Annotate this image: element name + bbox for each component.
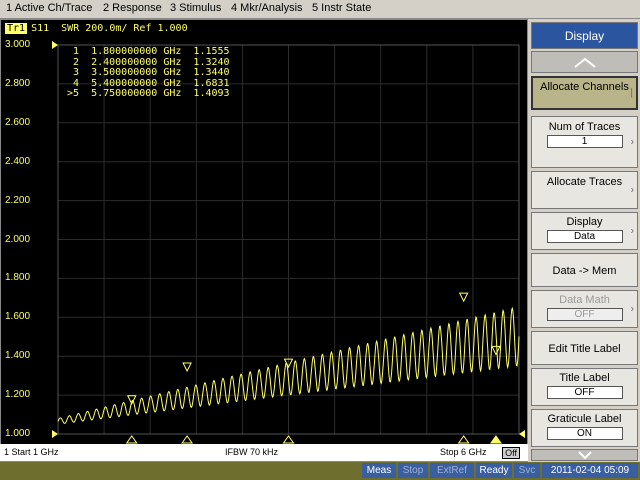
y-tick-label: 2.800 (5, 77, 31, 89)
marker-axis-triangle (181, 435, 194, 444)
chevron-right-icon: › (630, 225, 634, 237)
marker-row: 1 1.800000000 GHz 1.1555 (67, 46, 230, 57)
menu-stimulus[interactable]: 3 Stimulus (170, 2, 221, 14)
stop-freq[interactable]: Stop 6 GHz (440, 447, 487, 457)
y-tick-label: 3.000 (5, 39, 31, 50)
menu-instr-state[interactable]: 5 Instr State (312, 2, 371, 14)
ifbw[interactable]: IFBW 70 kHz (225, 447, 278, 457)
marker-table: 1 1.800000000 GHz 1.1555 2 2.400000000 G… (67, 46, 230, 100)
allocate-traces-button[interactable]: Allocate Traces › (531, 171, 638, 209)
edit-title-label-button[interactable]: Edit Title Label (531, 331, 638, 365)
y-tick-label: 1.600 (5, 311, 31, 323)
softkey-title: Display (531, 22, 638, 49)
reference-pointer-left (52, 41, 58, 49)
allocate-channels-label: Allocate Channels (540, 81, 629, 93)
meas-indicator: Meas (362, 463, 396, 478)
start-freq[interactable]: 1 Start 1 GHz (4, 447, 59, 457)
data-math-button[interactable]: Data Math OFF › (531, 290, 638, 328)
status-bar: Meas Stop ExtRef Ready Svc 2011-02-04 05… (0, 462, 640, 480)
title-label-value: OFF (546, 386, 623, 399)
graticule-label-button[interactable]: Graticule Label ON (531, 409, 638, 447)
graticule-label-value: ON (546, 427, 623, 440)
scroll-down-button[interactable] (531, 449, 638, 461)
marker-axis-triangle (125, 435, 138, 444)
marker-triangle (491, 345, 501, 356)
trace-header[interactable]: Tr1 S11 SWR 200.0m/ Ref 1.000 (5, 23, 188, 34)
chevron-right-icon: › (630, 184, 634, 196)
title-label-button[interactable]: Title Label OFF (531, 368, 638, 406)
chevron-right-icon: › (630, 136, 634, 148)
chevron-right-icon: › (630, 303, 634, 315)
display-value: Data (546, 230, 623, 243)
marker-row: 3 3.500000000 GHz 1.3440 (67, 67, 230, 78)
y-tick-label: 1.200 (5, 389, 31, 401)
measurement-screen[interactable]: Tr1 S11 SWR 200.0m/ Ref 1.000 1 1.8000000… (0, 19, 528, 462)
chevron-right-icon: | (630, 87, 633, 99)
y-tick-label: 1.400 (5, 350, 31, 362)
num-traces-label: Num of Traces (548, 121, 621, 133)
marker-triangle (182, 362, 192, 373)
graticule-label-label: Graticule Label (547, 413, 622, 425)
y-tick-label: 1.800 (5, 272, 31, 284)
off-indicator: Off (502, 447, 520, 459)
data-math-label: Data Math (559, 294, 610, 306)
trace-badge: Tr1 (5, 23, 28, 34)
reference-pointer-right (519, 430, 525, 438)
y-tick-label: 2.000 (5, 233, 31, 245)
menu-bar: 1 Active Ch/Trace 2 Response 3 Stimulus … (0, 0, 640, 19)
y-tick-label: 2.200 (5, 194, 31, 206)
channel-status-line: 1 Start 1 GHz IFBW 70 kHz Stop 6 GHz Off (0, 444, 528, 461)
scroll-up-button[interactable] (531, 51, 638, 73)
stop-indicator: Stop (398, 463, 428, 478)
data-to-mem-button[interactable]: Data -> Mem (531, 253, 638, 287)
num-traces-button[interactable]: Num of Traces 1 › (531, 116, 638, 168)
datetime: 2011-02-04 05:09 (542, 463, 638, 478)
data-math-value: OFF (546, 308, 623, 321)
allocate-traces-label: Allocate Traces (546, 176, 623, 188)
allocate-channels-button[interactable]: Allocate Channels | (531, 76, 638, 110)
svc-indicator: Svc (514, 463, 540, 478)
arrow-down-icon (577, 451, 592, 460)
reference-pointer-left (52, 430, 58, 438)
marker-triangle (458, 292, 469, 303)
marker-axis-triangle (282, 435, 295, 444)
marker-axis-triangle (489, 435, 502, 444)
title-label-label: Title Label (559, 372, 610, 384)
extref-indicator: ExtRef (430, 463, 474, 478)
y-tick-label: 2.600 (5, 116, 31, 128)
y-tick-label: 1.000 (5, 428, 31, 439)
y-tick-label: 2.400 (5, 155, 31, 167)
menu-mkr-analysis[interactable]: 4 Mkr/Analysis (231, 2, 303, 14)
ready-indicator: Ready (476, 463, 512, 478)
menu-active-ch[interactable]: 1 Active Ch/Trace (6, 2, 92, 14)
menu-response[interactable]: 2 Response (103, 2, 162, 14)
marker-axis-triangle (457, 435, 470, 444)
arrow-up-icon (573, 57, 596, 68)
display-button[interactable]: Display Data › (531, 212, 638, 250)
softkey-panel: Display Allocate Channels | Num of Traces… (529, 19, 640, 462)
num-traces-value: 1 (546, 135, 623, 148)
display-label: Display (566, 216, 603, 228)
marker-row: >5 5.750000000 GHz 1.4093 (67, 88, 230, 99)
trace-label: S11 SWR 200.0m/ Ref 1.000 (31, 23, 188, 34)
